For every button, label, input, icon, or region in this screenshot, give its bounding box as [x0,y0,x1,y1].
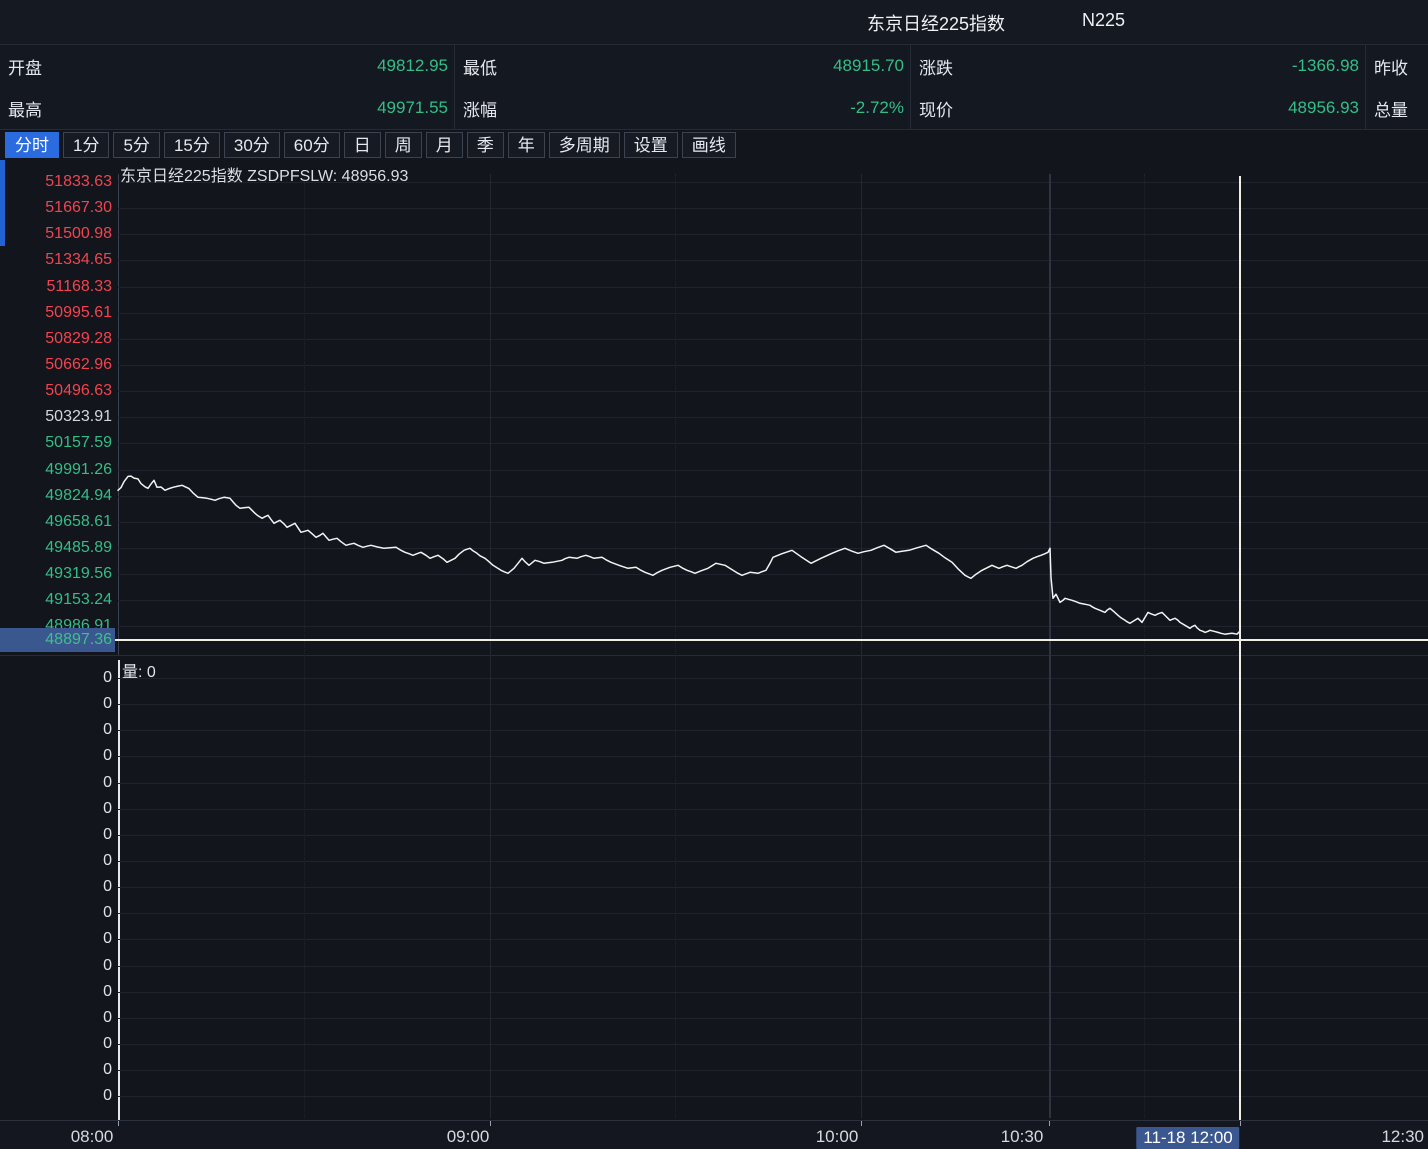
time-axis-label: 10:30 [1001,1127,1044,1147]
title-bar: 东京日经225指数 N225 [0,0,1428,45]
info-column: 开盘 49812.95 最高 49971.55 [0,45,455,129]
info-column: 昨收总量 [1366,45,1428,129]
tab-1分[interactable]: 1分 [63,132,109,158]
tab-60分[interactable]: 60分 [284,132,340,158]
quote-label: 总量 [1374,96,1408,121]
tab-分时[interactable]: 分时 [5,132,59,158]
tab-画线[interactable]: 画线 [682,132,736,158]
quote-label: 开盘 [8,54,42,79]
time-axis-tick [1049,1121,1050,1126]
quote-label: 现价 [919,96,953,121]
tab-月[interactable]: 月 [426,132,463,158]
quote-label: 昨收 [1374,54,1408,79]
quote-value: -2.72% [850,98,904,118]
crosshair-horizontal-line [114,639,1428,641]
time-axis-tick [861,1121,862,1126]
chart-canvas[interactable]: 51833.6351667.3051500.9851334.6551168.33… [0,160,1428,1120]
tab-周[interactable]: 周 [385,132,422,158]
quote-label: 最低 [463,54,497,79]
quote-field: 最高 49971.55 [0,87,454,129]
crosshair-vertical-line [1239,176,1241,1120]
period-tab-bar: 分时1分5分15分30分60分日周月季年多周期设置画线 [0,130,1428,160]
time-axis-tick [490,1121,491,1126]
tab-日[interactable]: 日 [344,132,381,158]
time-axis-label: 09:00 [447,1127,490,1147]
quote-field: 总量 [1366,87,1428,129]
quote-value: 49812.95 [377,56,448,76]
crosshair-price-chip: 48897.36 [0,628,115,652]
quote-info-bar: 开盘 49812.95 最高 49971.55 最低 48915.70 涨幅 -2.72% 涨跌… [0,45,1428,130]
tab-年[interactable]: 年 [508,132,545,158]
quote-field: 昨收 [1366,45,1428,87]
time-axis-label: 08:00 [71,1127,114,1147]
quote-value: 48915.70 [833,56,904,76]
index-name: 东京日经225指数 [848,10,1024,36]
time-axis-label: 12:30 [1381,1127,1424,1147]
quote-value: 48956.93 [1288,98,1359,118]
quote-label: 最高 [8,96,42,121]
quote-field: 涨幅 -2.72% [455,87,910,129]
quote-label: 涨跌 [919,54,953,79]
stock-app-window: 东京日经225指数 N225 开盘 49812.95 最高 49971.55 最低 489… [0,0,1428,1149]
quote-label: 涨幅 [463,96,497,121]
tab-季[interactable]: 季 [467,132,504,158]
index-symbol: N225 [1082,10,1125,31]
quote-field: 现价 48956.93 [911,87,1365,129]
time-axis: 08:00 09:00 10:00 10:30 11-18 12:00 12:30 [0,1120,1428,1149]
tab-5分[interactable]: 5分 [113,132,159,158]
time-axis-tick [118,1121,119,1126]
info-column: 涨跌 -1366.98 现价 48956.93 [911,45,1366,129]
time-axis-label: 10:00 [816,1127,859,1147]
tab-设置[interactable]: 设置 [624,132,678,158]
crosshair-time-chip: 11-18 12:00 [1136,1127,1239,1149]
tab-多周期[interactable]: 多周期 [549,132,620,158]
quote-field: 涨跌 -1366.98 [911,45,1365,87]
tab-15分[interactable]: 15分 [164,132,220,158]
quote-field: 开盘 49812.95 [0,45,454,87]
quote-field: 最低 48915.70 [455,45,910,87]
quote-value: -1366.98 [1292,56,1359,76]
info-column: 最低 48915.70 涨幅 -2.72% [455,45,911,129]
tab-30分[interactable]: 30分 [224,132,280,158]
quote-value: 49971.55 [377,98,448,118]
time-axis-tick [1240,1121,1241,1126]
